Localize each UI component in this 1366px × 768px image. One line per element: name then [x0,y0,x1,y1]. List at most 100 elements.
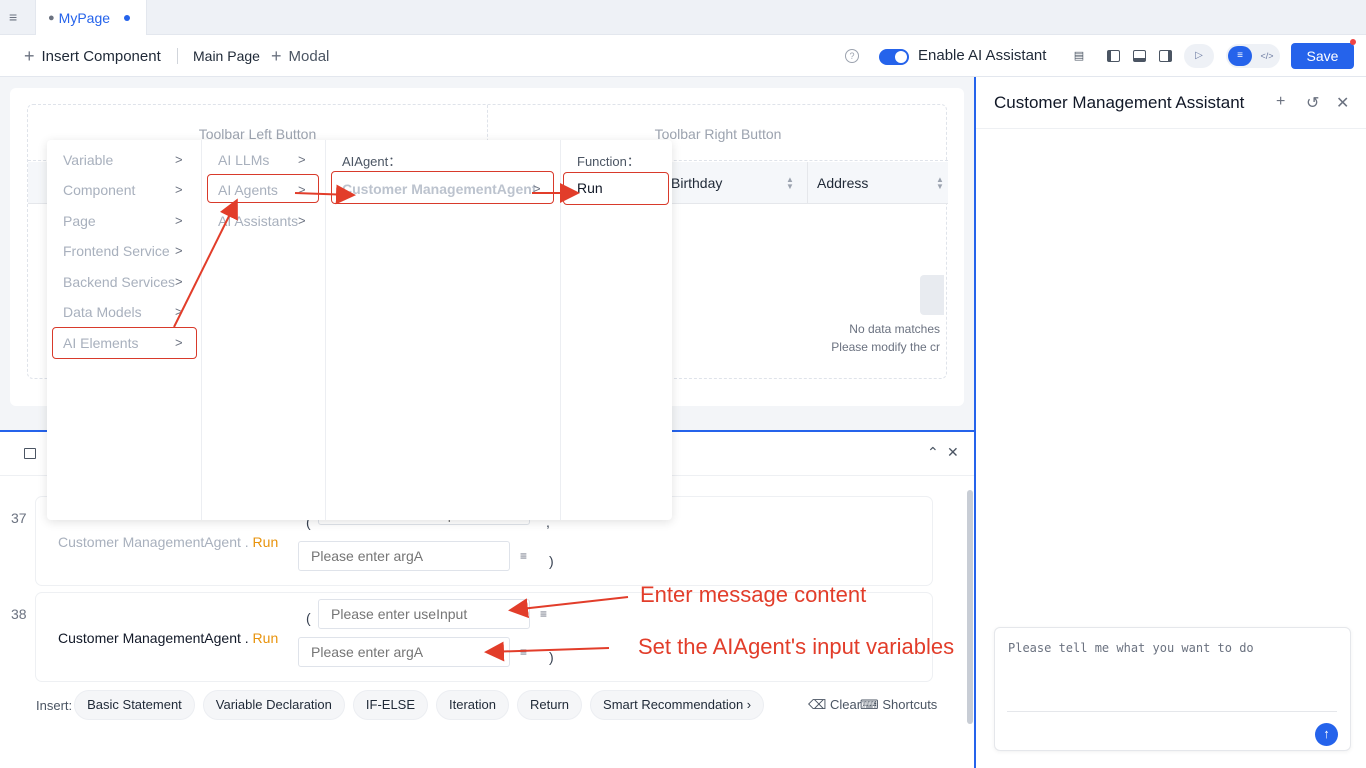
insert-label: Insert: [36,697,73,713]
chevron-right-icon: > [298,152,306,167]
shortcuts-button[interactable]: ⌨ Shortcuts [860,697,937,713]
input-divider [1007,711,1337,712]
useinput-field[interactable] [318,599,530,629]
collapse-up-icon[interactable]: ⌃ [927,444,939,461]
dot: . [244,534,249,550]
annotation-message: Enter message content [640,582,867,607]
insert-component-label: Insert Component [41,47,161,65]
expression-icon[interactable]: ≡ [520,645,527,659]
chip-return[interactable]: Return [517,690,583,720]
chip-smart-recommendation[interactable]: Smart Recommendation › [590,690,765,720]
assistant-header: Customer Management Assistant + ↺ ✕ [976,77,1366,129]
menu-item-frontend-service[interactable]: Frontend Service [63,243,170,259]
bottom-panel-icon[interactable] [1133,50,1146,62]
function-name: Run [252,534,279,550]
tab-label: MyPage [58,9,111,26]
empty-box-icon [920,275,944,315]
agent-name: Customer ManagementAgent [58,630,241,646]
help-icon[interactable]: ? [845,49,859,63]
column-birthday[interactable]: Birthday [671,162,722,204]
chevron-right-icon: > [298,213,306,228]
sort-icon[interactable]: ▲ ▼ [786,176,794,191]
function-header: Function： [577,154,640,169]
toolbar-divider [177,48,178,64]
chevron-right-icon: > [175,274,183,289]
annotation-variables: Set the AIAgent's input variables [638,634,955,659]
highlight-customer-agent [331,171,554,204]
new-chat-icon[interactable]: + [1276,93,1285,111]
table-icon [24,448,36,459]
highlight-ai-agents [207,174,319,203]
line-number: 38 [11,606,27,622]
menu-item-component[interactable]: Component [63,182,135,198]
enable-ai-label: Enable AI Assistant [918,47,1047,64]
history-icon[interactable]: ↺ [1306,93,1319,113]
chevron-right-icon: > [175,243,183,258]
chip-if-else[interactable]: IF-ELSE [352,690,429,720]
add-modal-button[interactable]: + Modal [271,35,329,77]
page-icon: ● [48,11,55,24]
assistant-title: Customer Management Assistant [994,93,1245,112]
insert-component-button[interactable]: + Insert Component [24,35,161,77]
menu-item-backend-services[interactable]: Backend Services [63,274,175,290]
empty-text-line2: Please modify the cr [831,340,940,354]
left-panel-icon[interactable] [1107,50,1120,62]
main-page-tab[interactable]: Main Page [193,35,260,77]
tab-mypage[interactable]: ● MyPage [35,0,147,35]
plus-icon: + [24,46,35,66]
expression-icon[interactable]: ≡ [540,607,547,621]
close-icon[interactable]: ✕ [947,444,959,461]
send-arrow-icon[interactable]: ↑ [1315,723,1338,746]
design-mode-icon[interactable]: ≡ [1228,46,1252,66]
plus-icon: + [271,46,282,66]
chip-iteration[interactable]: Iteration [436,690,509,720]
close-paren: ) [549,553,554,569]
open-paren: ( [306,610,311,626]
assistant-input-box[interactable]: Please tell me what you want to do ↑ [994,627,1351,751]
menu-item-ai-llms[interactable]: AI LLMs [218,152,269,168]
preview-play-icon[interactable]: ▷ [1184,44,1214,68]
eraser-icon: ⌫ [808,697,827,712]
clear-label: Clear [830,697,862,712]
collapse-menu-icon[interactable]: ≡ [9,10,25,24]
assistant-placeholder: Please tell me what you want to do [1008,641,1254,655]
statement-call: Customer ManagementAgent . Run [58,534,278,550]
code-mode-icon[interactable]: </> [1256,46,1278,66]
empty-text-line1: No data matches [849,322,940,336]
enable-ai-toggle[interactable] [879,49,909,65]
layout-grid-icon[interactable]: ▤ [1070,47,1088,65]
editor-toolbar: + Insert Component Main Page + Modal ? E… [0,35,1366,77]
menu-item-data-models[interactable]: Data Models [63,304,142,320]
sort-icon[interactable]: ▲ ▼ [936,176,944,191]
view-mode-switch: ≡ </> [1226,44,1280,68]
statement-call: Customer ManagementAgent . Run [58,630,278,646]
menu-item-page[interactable]: Page [63,213,96,229]
unsaved-dot [124,14,131,21]
column-address[interactable]: Address [817,162,868,204]
logic-scrollbar[interactable] [967,490,973,724]
clear-button[interactable]: ⌫ Clear [808,697,861,713]
chip-variable-declaration[interactable]: Variable Declaration [202,690,345,720]
menu-item-variable[interactable]: Variable [63,152,113,168]
function-name: Run [252,630,279,646]
assistant-panel: Customer Management Assistant + ↺ ✕ Plea… [974,77,1366,768]
chevron-right-icon: > [175,152,183,167]
right-panel-icon[interactable] [1159,50,1172,62]
chevron-right-icon: > [175,213,183,228]
chip-basic-statement[interactable]: Basic Statement [74,690,195,720]
highlight-run [563,172,669,205]
line-number: 37 [11,510,27,526]
arga-field[interactable] [298,541,510,571]
insert-bar: Insert: Basic Statement Variable Declara… [36,689,772,721]
menu-item-ai-assistants[interactable]: AI Assistants [218,213,298,229]
save-notice-dot [1350,39,1356,45]
save-button[interactable]: Save [1291,43,1354,69]
arga-field[interactable] [298,637,510,667]
aiagent-header: AIAgent： [342,154,402,169]
agent-name: Customer ManagementAgent [58,534,241,550]
close-icon[interactable]: ✕ [1336,93,1349,113]
expression-icon[interactable]: ≡ [520,549,527,563]
column-divider [807,162,808,204]
modal-label: Modal [288,47,330,65]
chevron-right-icon: > [175,182,183,197]
